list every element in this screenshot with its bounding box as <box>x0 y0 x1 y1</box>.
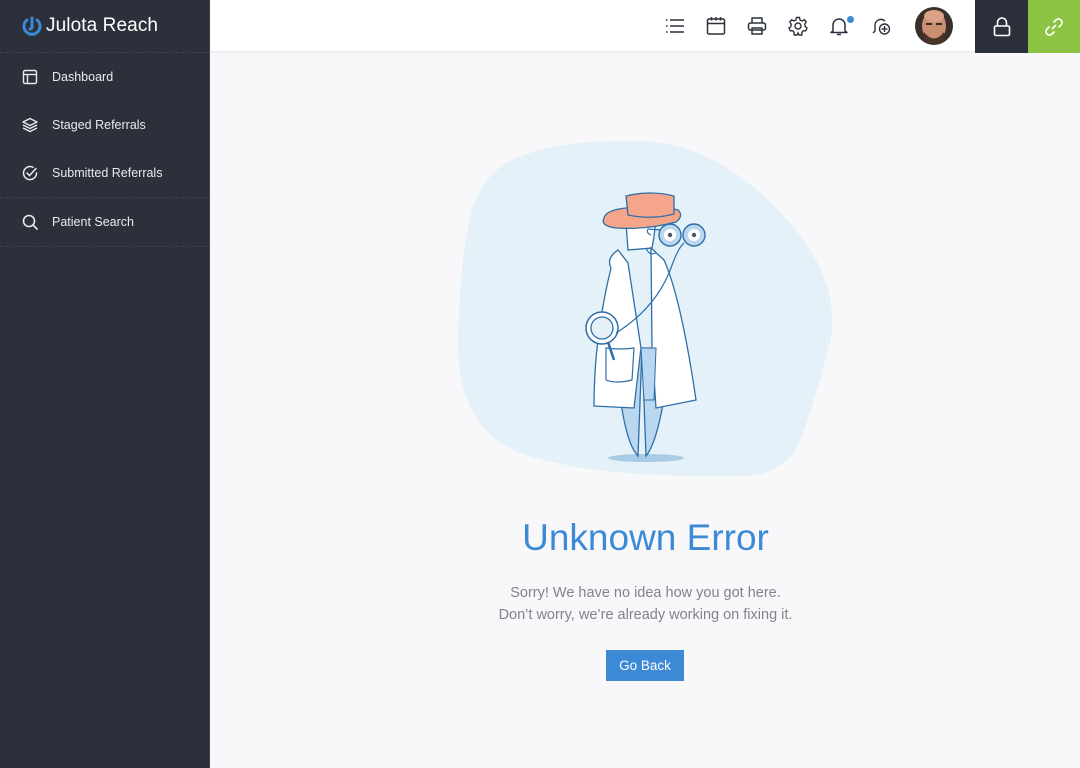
sidebar-item-label: Patient Search <box>52 215 134 229</box>
sidebar-item-staged-referrals[interactable]: Staged Referrals <box>0 101 209 149</box>
brand[interactable]: Julota Reach <box>0 0 209 53</box>
sidebar-item-label: Dashboard <box>52 70 114 84</box>
calendar-icon[interactable] <box>706 16 726 36</box>
bell-icon[interactable] <box>829 16 849 36</box>
printer-icon[interactable] <box>747 16 767 36</box>
sidebar-item-patient-search[interactable]: Patient Search <box>0 198 209 246</box>
lock-button[interactable] <box>975 0 1028 53</box>
julota-logo-icon <box>22 16 42 36</box>
error-title: Unknown Error <box>522 517 769 558</box>
layers-icon <box>22 117 38 133</box>
search-icon <box>22 214 38 230</box>
topbar <box>211 0 1080 53</box>
list-icon[interactable] <box>665 16 685 36</box>
bell-plus-icon[interactable] <box>871 16 891 36</box>
sidebar-item-label: Submitted Referrals <box>52 166 163 180</box>
error-message-line-2: Don’t worry, we’re already working on fi… <box>498 607 793 623</box>
check-circle-icon <box>22 165 38 181</box>
link-icon <box>1045 17 1063 36</box>
sidebar-item-dashboard[interactable]: Dashboard <box>0 53 209 101</box>
nav-group-search: Patient Search <box>0 198 209 247</box>
error-message: Sorry! We have no idea how you got here.… <box>211 582 1080 626</box>
sidebar: Julota Reach Dashboard Staged Referrals … <box>0 0 210 768</box>
go-back-button[interactable]: Go Back <box>606 650 684 681</box>
notification-dot <box>847 16 854 23</box>
user-avatar[interactable] <box>915 7 953 45</box>
error-message-line-1: Sorry! We have no idea how you got here. <box>510 585 781 601</box>
lock-icon <box>993 16 1010 36</box>
nav-group-main: Dashboard Staged Referrals Submitted Ref… <box>0 53 209 198</box>
app-title: Julota Reach <box>46 15 159 36</box>
sidebar-item-label: Staged Referrals <box>52 118 146 132</box>
sidebar-item-submitted-referrals[interactable]: Submitted Referrals <box>0 149 209 197</box>
detective-illustration <box>457 140 833 477</box>
link-button[interactable] <box>1028 0 1080 53</box>
gear-icon[interactable] <box>788 16 808 36</box>
layout-icon <box>22 69 38 85</box>
